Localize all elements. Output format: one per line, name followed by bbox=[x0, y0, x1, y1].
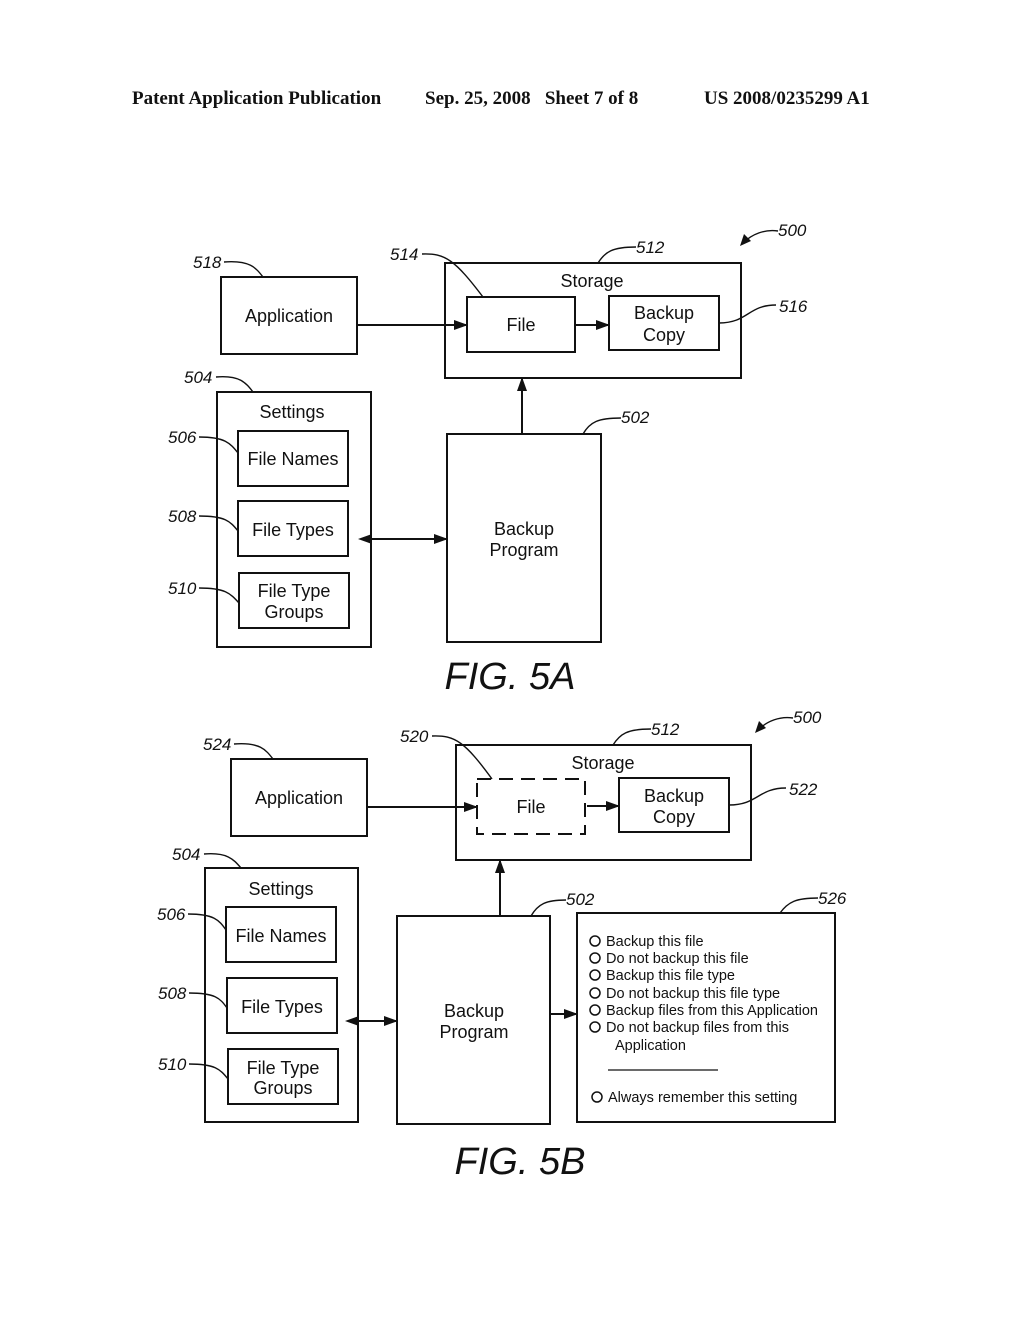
figure-5b: 500 Application 524 Storage 512 File 520… bbox=[157, 708, 847, 1183]
backup-program-line2-5b: Program bbox=[439, 1022, 508, 1042]
system-arrowhead-5a bbox=[740, 234, 751, 246]
ref-508-5a: 508 bbox=[168, 507, 197, 526]
ref-502-5b: 502 bbox=[566, 890, 595, 909]
option-label: Backup this file bbox=[606, 934, 704, 950]
ref-508-5b: 508 bbox=[158, 984, 187, 1003]
radio-do-not-backup-files-from-application[interactable] bbox=[589, 1021, 601, 1033]
radio-do-not-backup-this-file[interactable] bbox=[589, 952, 601, 964]
backup-program-line2-5a: Program bbox=[489, 540, 558, 560]
figure-caption-5b: FIG. 5B bbox=[455, 1141, 586, 1183]
file-names-label-5a: File Names bbox=[247, 449, 338, 469]
option-label: Do not backup this file type bbox=[606, 986, 780, 1002]
file-type-groups-line2-5b: Groups bbox=[253, 1078, 312, 1098]
leader-526 bbox=[779, 897, 819, 914]
file-label-5a: File bbox=[506, 315, 535, 335]
radio-backup-this-file[interactable] bbox=[589, 935, 601, 947]
ref-506-5a: 506 bbox=[168, 428, 197, 447]
leader-504-5b bbox=[203, 852, 242, 869]
ref-502-5a: 502 bbox=[621, 408, 650, 427]
ref-516: 516 bbox=[779, 297, 808, 316]
backup-copy-line2-5b: Copy bbox=[653, 807, 695, 827]
dialog-option[interactable]: Backup files from this Application bbox=[589, 1003, 818, 1019]
leader-518 bbox=[223, 261, 264, 278]
leader-512-5b bbox=[612, 728, 652, 746]
leader-502-5a bbox=[582, 417, 622, 435]
file-type-groups-line1-5a: File Type bbox=[258, 581, 331, 601]
file-types-label-5a: File Types bbox=[252, 520, 334, 540]
dialog-option[interactable]: Backup this file type bbox=[589, 968, 735, 984]
patent-figures: 500 Application 518 Storage 512 File 514… bbox=[157, 221, 847, 1183]
dialog-option[interactable]: Do not backup this file bbox=[589, 951, 749, 967]
backup-program-line1-5b: Backup bbox=[444, 1001, 504, 1021]
ref-510-5b: 510 bbox=[158, 1055, 187, 1074]
ref-500-5b: 500 bbox=[793, 708, 822, 727]
ref-504-5b: 504 bbox=[172, 845, 200, 864]
system-arrowhead-5b bbox=[755, 721, 766, 733]
option-label-continuation: Application bbox=[615, 1038, 686, 1054]
ref-522: 522 bbox=[789, 780, 818, 799]
file-type-groups-line1-5b: File Type bbox=[247, 1058, 320, 1078]
leader-504-5a bbox=[215, 376, 254, 393]
ref-512-5a: 512 bbox=[636, 238, 665, 257]
ref-510-5a: 510 bbox=[168, 579, 197, 598]
figure-5a: 500 Application 518 Storage 512 File 514… bbox=[168, 221, 808, 698]
backup-copy-line1-5a: Backup bbox=[634, 303, 694, 323]
file-label-5b: File bbox=[516, 797, 545, 817]
leader-512-5a bbox=[597, 246, 637, 264]
backup-copy-line1-5b: Backup bbox=[644, 786, 704, 806]
option-label: Backup files from this Application bbox=[606, 1003, 818, 1019]
option-label: Do not backup this file bbox=[606, 951, 749, 967]
dialog-option-remember[interactable]: Always remember this setting bbox=[591, 1090, 797, 1106]
ref-500-5a: 500 bbox=[778, 221, 807, 240]
application-label-5b: Application bbox=[255, 788, 343, 808]
figure-caption-5a: FIG. 5A bbox=[445, 656, 576, 698]
storage-label-5b: Storage bbox=[571, 753, 634, 773]
radio-do-not-backup-this-file-type[interactable] bbox=[589, 987, 601, 999]
ref-514: 514 bbox=[390, 245, 418, 264]
ref-506-5b: 506 bbox=[157, 905, 186, 924]
ref-520: 520 bbox=[400, 727, 429, 746]
radio-always-remember[interactable] bbox=[591, 1091, 603, 1103]
storage-label-5a: Storage bbox=[560, 271, 623, 291]
radio-backup-files-from-application[interactable] bbox=[589, 1004, 601, 1016]
settings-label-5a: Settings bbox=[259, 402, 324, 422]
dialog-option[interactable]: Do not backup this file type bbox=[589, 986, 780, 1002]
settings-label-5b: Settings bbox=[248, 879, 313, 899]
file-types-label-5b: File Types bbox=[241, 997, 323, 1017]
leader-524 bbox=[233, 743, 274, 760]
option-label: Backup this file type bbox=[606, 968, 735, 984]
ref-518: 518 bbox=[193, 253, 222, 272]
ref-524: 524 bbox=[203, 735, 231, 754]
dialog-option[interactable]: Backup this file bbox=[589, 934, 704, 950]
file-type-groups-line2-5a: Groups bbox=[264, 602, 323, 622]
application-label-5a: Application bbox=[245, 306, 333, 326]
option-label: Do not backup files from this bbox=[606, 1020, 789, 1036]
radio-backup-this-file-type[interactable] bbox=[589, 969, 601, 981]
ref-504-5a: 504 bbox=[184, 368, 212, 387]
leader-502-5b bbox=[530, 899, 567, 917]
option-label: Always remember this setting bbox=[608, 1090, 797, 1106]
ref-526: 526 bbox=[818, 889, 847, 908]
file-names-label-5b: File Names bbox=[235, 926, 326, 946]
backup-copy-line2-5a: Copy bbox=[643, 325, 685, 345]
backup-program-line1-5a: Backup bbox=[494, 519, 554, 539]
ref-512-5b: 512 bbox=[651, 720, 680, 739]
